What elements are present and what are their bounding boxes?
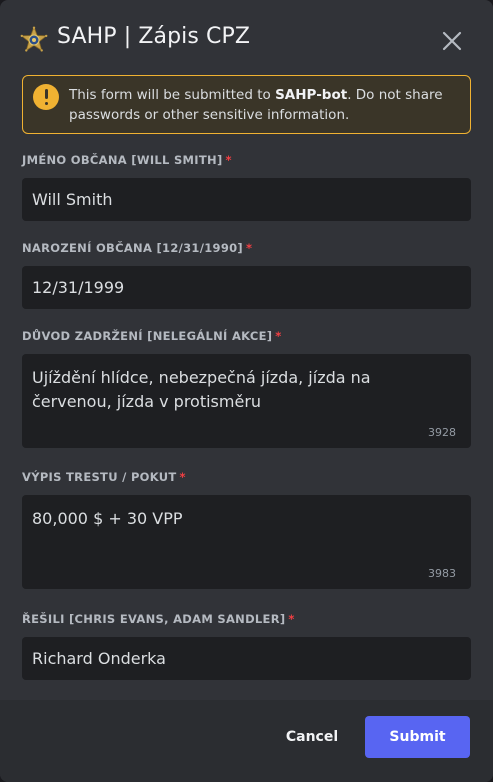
modal-dialog: SAHP | Zápis CPZ This form will be submi…: [0, 0, 493, 782]
required-mark: *: [288, 612, 295, 626]
notice-text-before: This form will be submitted to: [69, 87, 276, 103]
character-counter: 3983: [428, 567, 456, 580]
citizen-name-input[interactable]: Will Smith: [22, 178, 471, 221]
field-value: Ujíždění hlídce, nebezpečná jízda, jízda…: [32, 368, 371, 411]
field-label-birth-date: NAROZENÍ OBČANA [12/31/1990] *: [22, 241, 252, 255]
officers-input[interactable]: Richard Onderka: [22, 637, 471, 680]
required-mark: *: [246, 241, 253, 255]
field-label-text: DŮVOD ZADRŽENÍ [NELEGÁLNÍ AKCE]: [22, 329, 273, 343]
cancel-button[interactable]: Cancel: [271, 716, 353, 758]
penalty-textarea[interactable]: 80,000 $ + 30 VPP 3983: [22, 495, 471, 589]
notice-bot-name: SAHP-bot: [275, 87, 348, 103]
field-value: Will Smith: [32, 190, 113, 209]
field-label-detention-reason: DŮVOD ZADRŽENÍ [NELEGÁLNÍ AKCE] *: [22, 329, 282, 343]
character-counter: 3928: [428, 426, 456, 439]
detention-reason-textarea[interactable]: Ujíždění hlídce, nebezpečná jízda, jízda…: [22, 354, 471, 448]
field-label-officers: ŘEŠILI [CHRIS EVANS, ADAM SANDLER] *: [22, 612, 295, 626]
required-mark: *: [179, 470, 186, 484]
required-mark: *: [225, 153, 232, 167]
birth-date-input[interactable]: 12/31/1999: [22, 266, 471, 309]
warning-notice: This form will be submitted to SAHP-bot.…: [22, 75, 471, 134]
sheriff-star-badge-icon: [20, 26, 48, 52]
warning-icon: [33, 84, 59, 110]
field-label-text: NAROZENÍ OBČANA [12/31/1990]: [22, 241, 243, 255]
field-label-text: ŘEŠILI [CHRIS EVANS, ADAM SANDLER]: [22, 612, 286, 626]
field-value: Richard Onderka: [32, 649, 166, 668]
field-label-text: VÝPIS TRESTU / POKUT: [22, 470, 177, 484]
field-label-citizen-name: JMÉNO OBČANA [WILL SMITH] *: [22, 153, 232, 167]
field-label-penalty: VÝPIS TRESTU / POKUT *: [22, 470, 186, 484]
dialog-title: SAHP | Zápis CPZ: [57, 24, 251, 49]
field-value: 12/31/1999: [32, 278, 125, 297]
field-label-text: JMÉNO OBČANA [WILL SMITH]: [22, 153, 223, 167]
close-icon[interactable]: [438, 27, 466, 55]
notice-text: This form will be submitted to SAHP-bot.…: [69, 85, 464, 125]
required-mark: *: [275, 329, 282, 343]
dialog-footer: Cancel Submit: [0, 700, 493, 782]
field-value: 80,000 $ + 30 VPP: [32, 509, 183, 528]
dialog-header: SAHP | Zápis CPZ: [0, 0, 493, 74]
submit-button[interactable]: Submit: [365, 716, 470, 758]
